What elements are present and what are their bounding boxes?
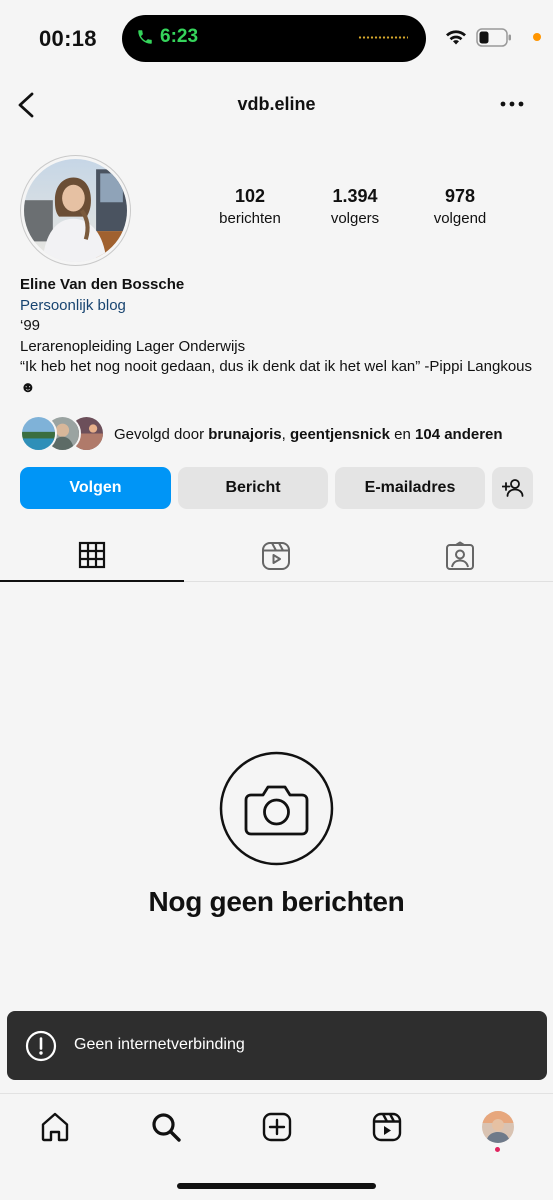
call-indicator[interactable]: 6:23 (136, 26, 198, 48)
home-icon (41, 1112, 69, 1142)
reels-icon (372, 1112, 402, 1142)
stat-followers-label: volgers (330, 210, 380, 227)
stat-posts-label: berichten (219, 210, 281, 227)
battery-icon (476, 28, 511, 47)
mutual-avatars (20, 415, 106, 453)
profile-name: Eline Van den Bossche (20, 276, 185, 293)
message-button[interactable]: Bericht (178, 467, 328, 509)
reels-icon (262, 542, 290, 570)
tab-reels[interactable] (184, 530, 368, 582)
stat-followers[interactable]: 1.394 volgers (305, 186, 405, 227)
followed-and: en (389, 425, 416, 443)
follow-button[interactable]: Volgen (20, 467, 171, 509)
mutual-followers-text: Gevolgd door brunajoris, geentjensnick e… (114, 426, 503, 443)
followed-sep: , (281, 425, 290, 443)
nav-create[interactable] (260, 1110, 294, 1144)
profile-avatar[interactable] (24, 159, 127, 262)
toast-message: Geen internetverbinding (74, 1036, 245, 1053)
stat-following-value: 978 (444, 186, 476, 206)
search-icon (152, 1113, 181, 1142)
profile-category[interactable]: Persoonlijk blog (20, 296, 540, 317)
nav-search[interactable] (149, 1110, 183, 1144)
audio-indicator (358, 36, 408, 39)
email-button[interactable]: E-mailadres (335, 467, 485, 509)
nav-profile[interactable] (481, 1110, 515, 1144)
alert-circle-icon (25, 1030, 57, 1062)
stat-followers-value: 1.394 (332, 186, 378, 206)
profile-actions: Volgen Bericht E-mailadres (20, 467, 533, 509)
wifi-icon (446, 30, 466, 45)
mutual-others-count[interactable]: 104 anderen (415, 426, 503, 443)
camera-icon (219, 751, 334, 866)
page-title: vdb.eline (237, 94, 316, 114)
create-icon (262, 1112, 292, 1142)
nav-reels[interactable] (370, 1110, 404, 1144)
mutual-user-1[interactable]: brunajoris (208, 426, 281, 443)
profile-avatar (482, 1111, 514, 1143)
privacy-indicator (533, 33, 541, 41)
profile-tabs (0, 530, 553, 582)
stat-following[interactable]: 978 volgend (410, 186, 510, 227)
status-bar: 00:18 6:23 (0, 0, 553, 76)
profile-header: vdb.eline (0, 80, 553, 130)
nav-home[interactable] (38, 1110, 72, 1144)
stat-posts[interactable]: 102 berichten (200, 186, 300, 227)
mutual-avatar (20, 415, 57, 452)
followed-prefix: Gevolgd door (114, 425, 209, 443)
bio-line: Lerarenopleiding Lager Onderwijs (20, 337, 246, 355)
notification-dot (495, 1147, 500, 1152)
profile-bio: Eline Van den Bossche Persoonlijk blog ‘… (20, 275, 540, 398)
call-duration: 6:23 (160, 26, 199, 47)
phone-icon (138, 30, 152, 44)
home-indicator[interactable] (177, 1183, 376, 1189)
stat-posts-value: 102 (234, 186, 266, 206)
tab-posts-grid[interactable] (0, 530, 184, 582)
mutual-user-2[interactable]: geentjensnick (290, 426, 390, 443)
grid-icon (78, 541, 106, 569)
add-user-icon (501, 479, 523, 497)
bio-line: ‘99 (20, 317, 41, 334)
stat-following-label: volgend (433, 210, 487, 227)
add-user-button[interactable] (492, 467, 533, 509)
more-horizontal-icon[interactable] (499, 94, 525, 114)
tagged-icon (446, 541, 474, 570)
mutual-followers[interactable]: Gevolgd door brunajoris, geentjensnick e… (20, 415, 503, 453)
profile-stats: 102 berichten 1.394 volgers 978 volgend (200, 186, 510, 227)
dynamic-island[interactable]: 6:23 (122, 15, 426, 62)
status-time: 00:18 (39, 26, 97, 51)
offline-toast: Geen internetverbinding (7, 1011, 547, 1080)
tab-tagged[interactable] (368, 530, 552, 582)
empty-state-title: Nog geen berichten (148, 886, 405, 917)
bio-line: “Ik heb het nog nooit gedaan, dus ik den… (20, 358, 532, 396)
profile-avatar-ring[interactable] (20, 155, 131, 266)
